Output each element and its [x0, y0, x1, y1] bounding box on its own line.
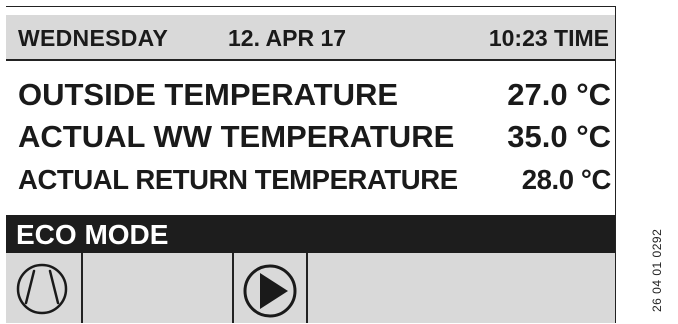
- reading-label: ACTUAL RETURN TEMPERATURE: [18, 164, 458, 195]
- icon-cell-pump: [232, 253, 308, 323]
- header-divider: [6, 59, 615, 61]
- icon-cell-compressor: [6, 253, 83, 323]
- figure-code: 26 04 01 0292: [650, 228, 664, 312]
- mode-bar: ECO MODE: [6, 215, 615, 253]
- reading-value: 27.0 °C: [507, 77, 611, 112]
- reading-label: ACTUAL WW TEMPERATURE: [18, 119, 455, 154]
- date-label: 12. APR 17: [228, 25, 347, 51]
- mode-label: ECO MODE: [16, 219, 169, 250]
- reading-value: 28.0 °C: [521, 164, 612, 195]
- display-screen: WEDNESDAY 12. APR 17 10:23 TIME OUTSIDE …: [6, 6, 616, 323]
- status-header: WEDNESDAY 12. APR 17 10:23 TIME: [6, 15, 615, 59]
- weekday-label: WEDNESDAY: [18, 25, 169, 51]
- reading-value: 35.0 °C: [507, 119, 611, 154]
- pump-icon: [243, 264, 297, 318]
- time-label: 10:23 TIME: [488, 25, 609, 51]
- reading-label: OUTSIDE TEMPERATURE: [18, 77, 399, 112]
- compressor-icon: [16, 263, 68, 315]
- status-icon-row: [6, 253, 615, 323]
